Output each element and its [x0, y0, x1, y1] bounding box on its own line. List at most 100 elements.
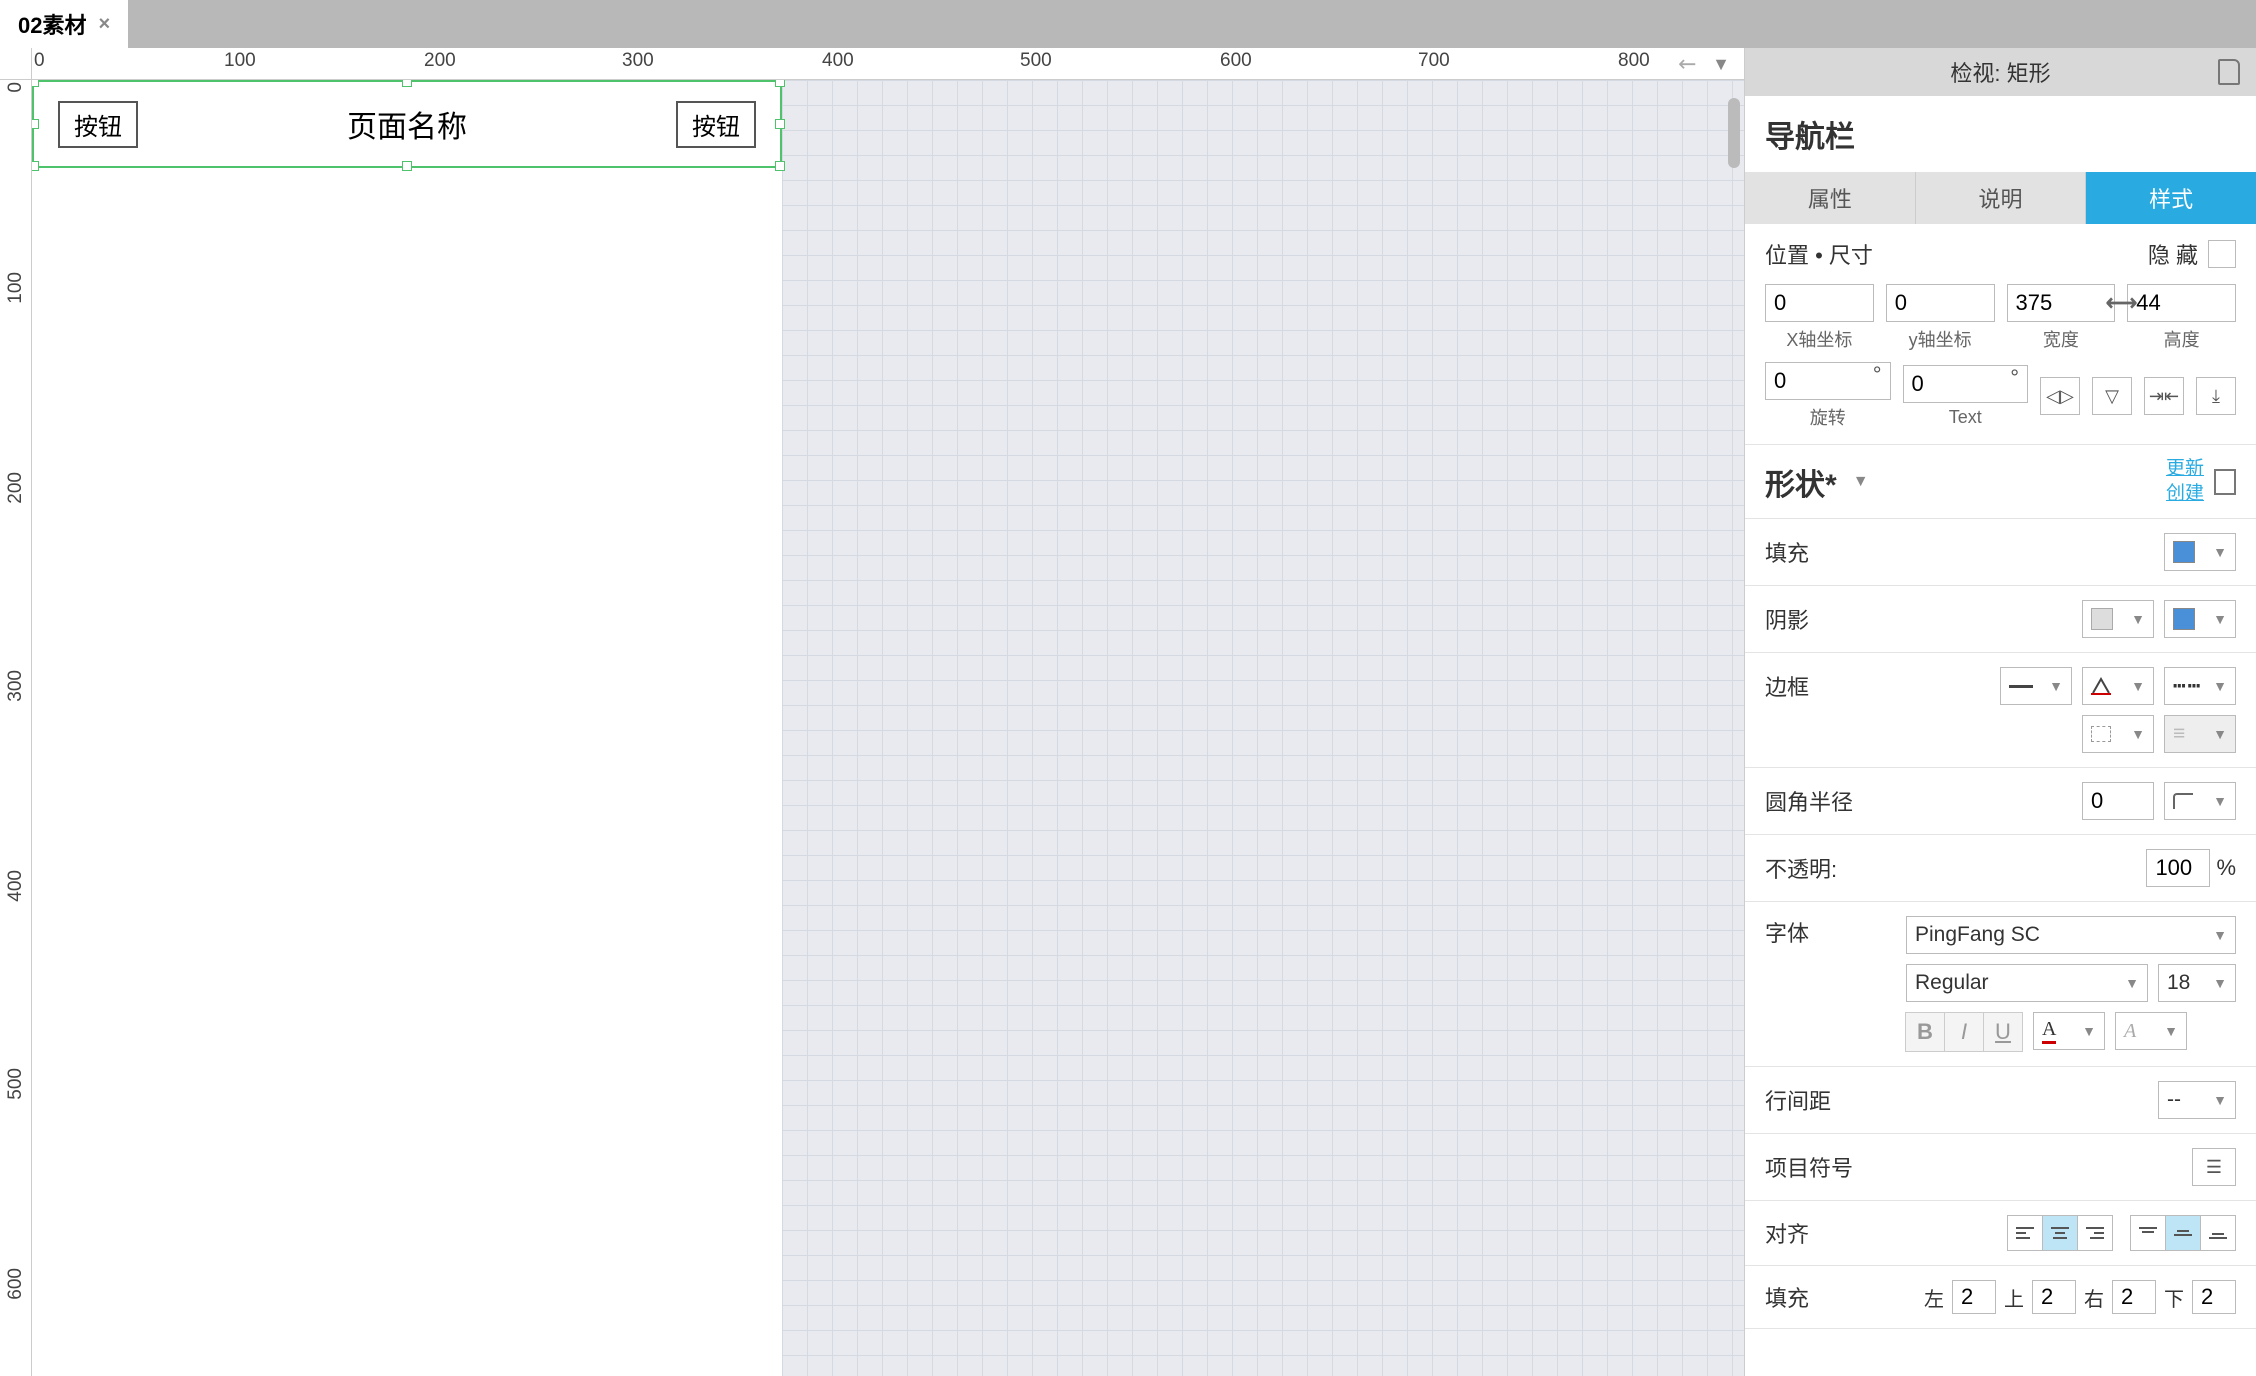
font-label: 字体 — [1765, 916, 1809, 948]
section-padding: 填充 左 上 右 下 — [1745, 1266, 2256, 1329]
selected-nav-widget[interactable]: 按钮 页面名称 按钮 — [32, 80, 782, 168]
create-style-link[interactable]: 创建 — [2166, 483, 2204, 504]
pad-left-label: 左 — [1924, 1283, 1944, 1312]
document-tab[interactable]: 02素材 × — [0, 0, 128, 48]
corner-style-dropdown[interactable]: ▼ — [2164, 782, 2236, 820]
ruler-tick-label: 600 — [1220, 50, 1252, 72]
italic-button[interactable]: I — [1944, 1012, 1984, 1052]
height-input[interactable] — [2127, 284, 2236, 322]
chevron-down-icon: ▼ — [2131, 611, 2145, 627]
section-border: 边框 ▼ ▼ ┅┅▼ ▼ ≡▼ — [1745, 653, 2256, 768]
selection-handle[interactable] — [402, 161, 412, 171]
align-bottom-button[interactable] — [2200, 1215, 2236, 1251]
inner-shadow-dropdown[interactable]: ▼ — [2164, 600, 2236, 638]
pad-bottom-input[interactable] — [2192, 1280, 2236, 1314]
border-color-dropdown[interactable]: ▼ — [2082, 667, 2154, 705]
selection-handle[interactable] — [775, 119, 785, 129]
vertical-scrollbar[interactable] — [1728, 98, 1740, 168]
bullets-label: 项目符号 — [1765, 1151, 1853, 1183]
rotation-input[interactable] — [1765, 362, 1891, 400]
align-left-button[interactable] — [2007, 1215, 2043, 1251]
border-arrow-dropdown[interactable]: ≡▼ — [2164, 715, 2236, 753]
autofit-width-icon[interactable]: ⇥⇤ — [2144, 377, 2184, 415]
width-input[interactable] — [2007, 284, 2116, 322]
rotation-label: 旋转 — [1765, 404, 1891, 430]
notes-icon[interactable] — [2214, 469, 2236, 495]
inspector-tabs: 属性 说明 样式 — [1745, 172, 2256, 224]
font-extra-dropdown[interactable]: A▼ — [2115, 1012, 2187, 1050]
ruler-tick-label: 400 — [822, 50, 854, 72]
text-rotation-input[interactable] — [1903, 365, 2029, 403]
fill-color-dropdown[interactable]: ▼ — [2164, 533, 2236, 571]
ruler-tick-label: 400 — [5, 870, 27, 902]
opacity-unit: % — [2216, 855, 2236, 881]
selection-handle[interactable] — [775, 161, 785, 171]
outer-shadow-dropdown[interactable]: ▼ — [2082, 600, 2154, 638]
section-align: 对齐 — [1745, 1201, 2256, 1266]
update-style-link[interactable]: 更新 — [2166, 458, 2204, 479]
lock-aspect-icon[interactable]: ⟷ — [2106, 290, 2134, 316]
pad-top-input[interactable] — [2032, 1280, 2076, 1314]
border-width-dropdown[interactable]: ▼ — [2000, 667, 2072, 705]
corner-radius-input[interactable] — [2082, 782, 2154, 820]
flip-horizontal-icon[interactable]: ◁▷ — [2040, 377, 2080, 415]
align-right-button[interactable] — [2077, 1215, 2113, 1251]
border-visibility-dropdown[interactable]: ▼ — [2082, 715, 2154, 753]
align-top-button[interactable] — [2130, 1215, 2166, 1251]
section-shape: 形状* ▼ 更新 创建 — [1745, 445, 2256, 519]
chevron-down-icon: ▼ — [2131, 678, 2145, 694]
ruler-horizontal[interactable]: 0 100 200 300 400 500 600 700 800 — [32, 48, 1744, 80]
align-middle-button[interactable] — [2165, 1215, 2201, 1251]
shadow-label: 阴影 — [1765, 603, 1809, 635]
chevron-down-icon: ▼ — [2213, 793, 2227, 809]
nav-right-button[interactable]: 按钮 — [676, 101, 756, 148]
pad-right-label: 右 — [2084, 1283, 2104, 1312]
pad-left-input[interactable] — [1952, 1280, 1996, 1314]
underline-button[interactable]: U — [1983, 1012, 2023, 1052]
ruler-tick-label: 100 — [5, 272, 27, 304]
font-size-value: 18 — [2167, 971, 2190, 995]
font-color-dropdown[interactable]: A▼ — [2033, 1012, 2105, 1050]
font-weight-dropdown[interactable]: Regular▼ — [1906, 964, 2148, 1002]
chevron-down-icon: ▼ — [2213, 611, 2227, 627]
tab-style[interactable]: 样式 — [2086, 172, 2256, 224]
font-size-dropdown[interactable]: 18▼ — [2158, 964, 2236, 1002]
tab-notes[interactable]: 说明 — [1916, 172, 2087, 224]
shape-style-dropdown[interactable]: 形状* ▼ — [1765, 460, 1869, 504]
document-tab-bar: 02素材 × — [0, 0, 2256, 48]
section-font: 字体 PingFang SC▼ Regular▼ 18▼ B I U — [1745, 902, 2256, 1067]
close-icon[interactable]: × — [98, 13, 110, 36]
ruler-vertical[interactable]: 0 100 200 300 400 500 600 — [0, 80, 32, 1376]
selection-handle[interactable] — [402, 80, 412, 87]
line-spacing-label: 行间距 — [1765, 1084, 1831, 1116]
border-style-dropdown[interactable]: ┅┅▼ — [2164, 667, 2236, 705]
selection-handle[interactable] — [775, 80, 785, 87]
inspector-body: 位置 • 尺寸 隐 藏 X轴坐标 y轴坐标 — [1745, 224, 2256, 1376]
pad-right-input[interactable] — [2112, 1280, 2156, 1314]
autofit-height-icon[interactable]: ⤓ — [2196, 377, 2236, 415]
section-corner-radius: 圆角半径 ▼ — [1745, 768, 2256, 835]
opacity-input[interactable] — [2146, 849, 2210, 887]
font-weight-value: Regular — [1915, 971, 1989, 995]
color-swatch-icon — [2173, 541, 2195, 563]
tab-properties[interactable]: 属性 — [1745, 172, 1916, 224]
nav-left-button[interactable]: 按钮 — [58, 101, 138, 148]
canvas-menu-caret-icon[interactable]: ▼ — [1712, 54, 1730, 75]
selection-handle[interactable] — [32, 161, 39, 171]
canvas-body[interactable]: 按钮 页面名称 按钮 — [32, 80, 1744, 1376]
y-label: y轴坐标 — [1886, 326, 1995, 352]
line-spacing-value: -- — [2167, 1088, 2181, 1112]
align-center-button[interactable] — [2042, 1215, 2078, 1251]
y-input[interactable] — [1886, 284, 1995, 322]
selection-handle[interactable] — [32, 80, 39, 87]
x-input[interactable] — [1765, 284, 1874, 322]
selection-handle[interactable] — [32, 119, 39, 129]
hide-toggle[interactable] — [2208, 240, 2236, 268]
bold-button[interactable]: B — [1905, 1012, 1945, 1052]
flip-vertical-icon[interactable]: ▽ — [2092, 377, 2132, 415]
page-icon[interactable] — [2218, 59, 2240, 85]
section-position-size: 位置 • 尺寸 隐 藏 X轴坐标 y轴坐标 — [1745, 224, 2256, 445]
bullets-button[interactable]: ☰ — [2192, 1148, 2236, 1186]
font-family-dropdown[interactable]: PingFang SC▼ — [1906, 916, 2236, 954]
line-spacing-dropdown[interactable]: --▼ — [2158, 1081, 2236, 1119]
